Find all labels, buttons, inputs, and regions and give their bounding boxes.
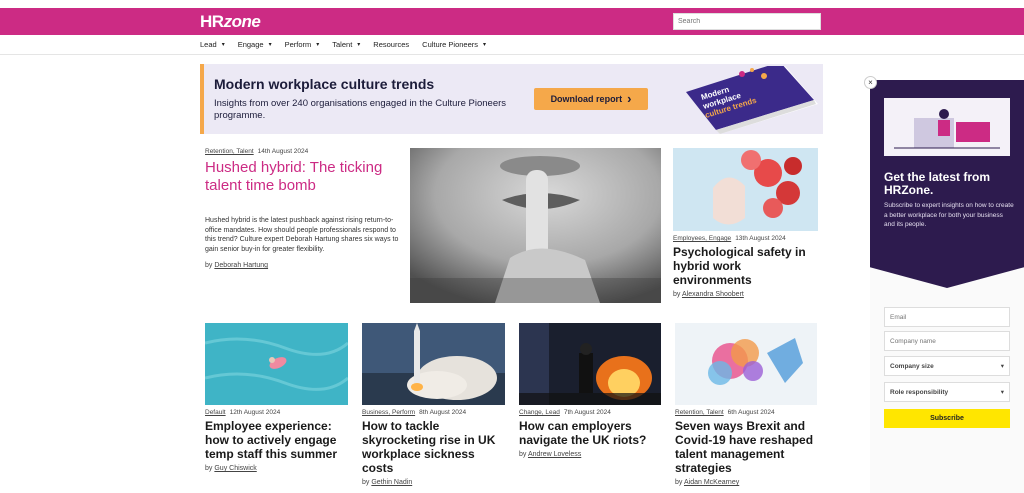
hrzone-logo[interactable]: HRzone	[200, 12, 261, 32]
article-categories[interactable]: Employees, Engage	[673, 235, 731, 242]
nav-item-perform[interactable]: Perform ▾	[285, 40, 320, 49]
newsletter-text: Subscribe to expert insights on how to c…	[884, 202, 1014, 228]
article-categories[interactable]: Retention, Talent	[675, 409, 724, 416]
article-title[interactable]: Employee experience: how to actively eng…	[205, 419, 351, 461]
article-tags: Retention, Talent 6th August 2024	[675, 409, 821, 416]
article-categories[interactable]: Change, Lead	[519, 409, 560, 416]
card-image-pool[interactable]	[205, 323, 348, 405]
email-field[interactable]	[884, 307, 1010, 327]
card-image-splash[interactable]	[675, 323, 817, 405]
card-image-riots[interactable]	[519, 323, 661, 405]
top-strip	[0, 0, 1024, 8]
article-card-4[interactable]: Retention, Talent 6th August 2024 Seven w…	[675, 409, 821, 486]
nav-item-talent[interactable]: Talent ▾	[332, 40, 360, 49]
chevron-down-icon: ▾	[316, 42, 320, 48]
author-link[interactable]: Gethin Nadin	[371, 479, 412, 486]
report-book-image: Modern workplace culture trends	[686, 66, 818, 134]
article-tags: Employees, Engage 13th August 2024	[673, 235, 821, 242]
article-byline: by Deborah Hartung	[205, 262, 269, 270]
article-categories[interactable]: Default	[205, 409, 226, 416]
article-date: 13th August 2024	[735, 235, 786, 242]
article-byline: by Guy Chiswick	[205, 465, 257, 472]
company-name-field[interactable]	[884, 331, 1010, 351]
nav-item-culture-pioneers[interactable]: Culture Pioneers ▾	[422, 40, 486, 49]
article-date: 8th August 2024	[419, 409, 467, 416]
featured-article[interactable]: Retention, Talent 14th August 2024 Hushed…	[205, 148, 405, 269]
download-report-button[interactable]: Download report ›	[534, 88, 648, 110]
main-nav: Lead ▾ Engage ▾ Perform ▾ Talent ▾ Resources…	[0, 35, 1024, 55]
newsletter-sidebar: Get the latest from HRZone. Subscribe to…	[864, 76, 1024, 493]
card-image-rocket[interactable]	[362, 323, 505, 405]
nav-item-lead[interactable]: Lead ▾	[200, 40, 225, 49]
author-link[interactable]: Andrew Loveless	[528, 451, 581, 458]
article-date: 14th August 2024	[257, 148, 309, 155]
article-title[interactable]: Seven ways Brexit and Covid-19 have resh…	[675, 419, 821, 475]
banner-text: Insights from over 240 organisations eng…	[214, 98, 507, 121]
banner-title: Modern workplace culture trends	[214, 76, 435, 92]
chevron-down-icon: ▾	[483, 42, 487, 48]
side-article[interactable]: Employees, Engage 13th August 2024 Psycho…	[673, 235, 821, 298]
chevron-down-icon: ▾	[1000, 389, 1004, 396]
article-categories[interactable]: Business, Perform	[362, 409, 415, 416]
article-byline: by Gethin Nadin	[362, 479, 413, 486]
report-banner[interactable]: Modern workplace culture trends Insights…	[200, 64, 823, 134]
chevron-right-icon: ›	[627, 91, 632, 106]
article-card-2[interactable]: Business, Perform 8th August 2024 How to …	[362, 409, 508, 486]
author-link[interactable]: Alexandra Shoobert	[682, 291, 744, 298]
article-title[interactable]: Psychological safety in hybrid work envi…	[673, 245, 821, 287]
article-tags: Change, Lead 7th August 2024	[519, 409, 665, 416]
article-date: 6th August 2024	[727, 409, 775, 416]
chevron-down-icon: ▾	[268, 42, 272, 48]
article-byline: by Aidan McKearney	[675, 479, 740, 486]
article-card-3[interactable]: Change, Lead 7th August 2024 How can empl…	[519, 409, 665, 458]
role-responsibility-select[interactable]: Role responsibility ▾	[884, 382, 1010, 402]
close-icon[interactable]: ×	[864, 76, 877, 89]
article-byline: by Alexandra Shoobert	[673, 291, 744, 298]
featured-image[interactable]	[410, 148, 661, 303]
article-tags: Retention, Talent 14th August 2024	[205, 148, 405, 155]
article-byline: by Andrew Loveless	[519, 451, 582, 458]
article-tags: Business, Perform 8th August 2024	[362, 409, 508, 416]
nav-item-resources[interactable]: Resources	[373, 40, 409, 49]
article-date: 12th August 2024	[229, 409, 281, 416]
newsletter-title: Get the latest from HRZone.	[884, 170, 991, 197]
article-date: 7th August 2024	[563, 409, 611, 416]
featured-title[interactable]: Hushed hybrid: The ticking talent time b…	[205, 159, 405, 195]
author-link[interactable]: Guy Chiswick	[214, 465, 256, 472]
nav-item-engage[interactable]: Engage ▾	[238, 40, 272, 49]
chevron-down-icon: ▾	[1000, 363, 1004, 370]
newsletter-illustration	[884, 98, 1010, 156]
side-article-image[interactable]	[673, 148, 818, 231]
author-link[interactable]: Deborah Hartung	[214, 262, 268, 269]
author-link[interactable]: Aidan McKearney	[684, 479, 739, 486]
chevron-down-icon: ▾	[221, 42, 225, 48]
article-title[interactable]: How to tackle skyrocketing rise in UK wo…	[362, 419, 508, 475]
article-tags: Default 12th August 2024	[205, 409, 351, 416]
search-input[interactable]	[673, 13, 821, 30]
article-card-1[interactable]: Default 12th August 2024 Employee experie…	[205, 409, 351, 472]
article-title[interactable]: How can employers navigate the UK riots?	[519, 419, 665, 447]
newsletter-header: Get the latest from HRZone. Subscribe to…	[870, 80, 1024, 288]
site-header: HRzone	[0, 8, 1024, 35]
featured-description: Hushed hybrid is the latest pushback aga…	[205, 217, 399, 253]
chevron-down-icon: ▾	[357, 42, 361, 48]
subscribe-button[interactable]: Subscribe	[884, 409, 1010, 428]
company-size-select[interactable]: Company size ▾	[884, 356, 1010, 376]
article-categories[interactable]: Retention, Talent	[205, 148, 254, 155]
